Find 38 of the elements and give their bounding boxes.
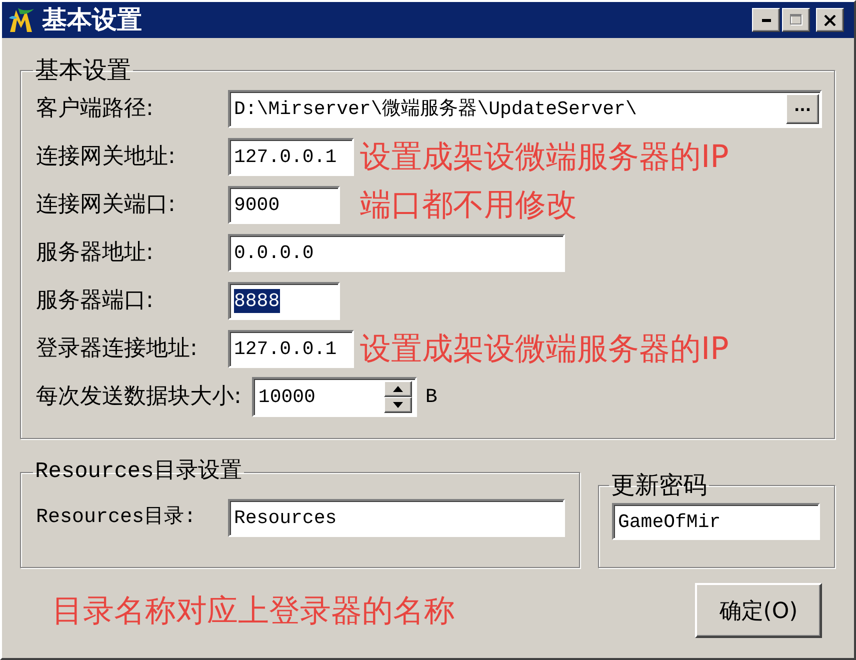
- group-title: 更新密码: [610, 472, 708, 498]
- field-label: 连接网关端口:: [36, 191, 176, 219]
- unit-label: B: [425, 386, 438, 408]
- number-field[interactable]: 10000: [252, 377, 418, 417]
- field-label: 每次发送数据块大小:: [36, 383, 242, 411]
- browse-button[interactable]: ...: [786, 94, 819, 124]
- text-field[interactable]: 8888: [228, 282, 340, 320]
- app-logo-icon: [8, 6, 36, 34]
- up-arrow-icon: [393, 386, 404, 392]
- field-label: 服务器地址:: [36, 239, 154, 267]
- field-label: 登录器连接地址:: [36, 335, 198, 363]
- text-field[interactable]: 9000: [228, 186, 340, 224]
- field-label: 服务器端口:: [36, 287, 154, 315]
- annotation-text: 设置成架设微端服务器的IP: [360, 330, 729, 368]
- text-field[interactable]: 127.0.0.1: [228, 330, 354, 368]
- down-arrow-icon: [393, 402, 404, 408]
- text-field[interactable]: 0.0.0.0: [228, 234, 565, 272]
- field-label: Resources目录:: [36, 505, 198, 531]
- spin-up-button[interactable]: [384, 381, 412, 397]
- annotation-text: 目录名称对应上登录器的名称: [52, 592, 455, 630]
- minimize-icon: [762, 18, 770, 22]
- text-field[interactable]: Resources: [228, 499, 565, 537]
- field-label: 客户端路径:: [36, 95, 154, 123]
- field-label: 连接网关地址:: [36, 143, 176, 171]
- group-title: Resources目录设置: [34, 459, 243, 485]
- group-title: 基本设置: [34, 57, 132, 83]
- path-field[interactable]: D:\Mirserver\微端服务器\UpdateServer\ ...: [228, 90, 822, 128]
- maximize-icon: [790, 14, 802, 26]
- minimize-button[interactable]: [752, 8, 780, 32]
- ok-button[interactable]: 确定(O): [695, 583, 822, 638]
- annotation-text: 端口都不用修改: [360, 186, 577, 224]
- close-button[interactable]: [816, 8, 844, 32]
- text-field[interactable]: 127.0.0.1: [228, 138, 354, 176]
- window-title: 基本设置: [42, 5, 142, 35]
- password-field[interactable]: GameOfMir: [612, 503, 820, 540]
- close-icon: [824, 14, 836, 26]
- annotation-text: 设置成架设微端服务器的IP: [360, 138, 729, 176]
- spin-down-button[interactable]: [384, 397, 412, 413]
